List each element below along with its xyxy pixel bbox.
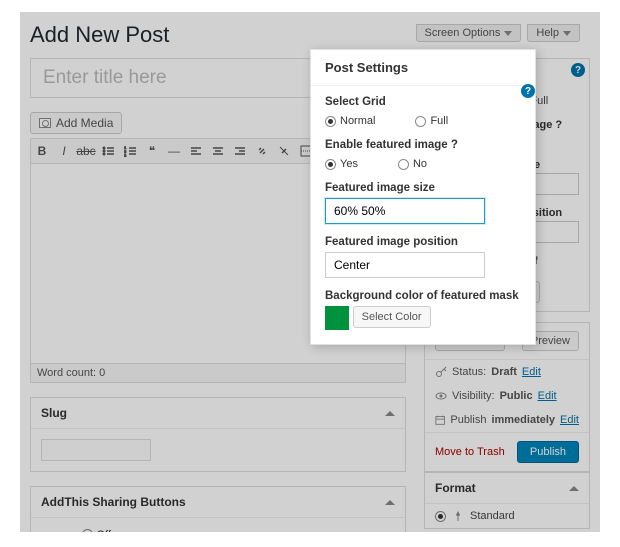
featured-position-input[interactable] <box>325 252 485 278</box>
collapse-icon[interactable] <box>385 411 395 416</box>
select-color-button[interactable]: Select Color <box>353 306 431 328</box>
visibility-row: Visibility: Public Edit <box>425 384 589 408</box>
mask-label: Background color of featured mask <box>325 290 521 302</box>
publish-button[interactable]: Publish <box>517 441 579 463</box>
link-button[interactable] <box>251 139 273 163</box>
add-media-button[interactable]: Add Media <box>30 112 122 134</box>
align-center-button[interactable] <box>207 139 229 163</box>
grid-full-radio[interactable]: Full <box>415 115 448 127</box>
feat-yes-radio[interactable]: Yes <box>325 158 358 170</box>
post-settings-popover: Post Settings ? Select Grid Normal Full … <box>310 49 536 345</box>
move-to-trash-link[interactable]: Move to Trash <box>435 446 505 458</box>
hr-button[interactable]: — <box>163 139 185 163</box>
edit-visibility-link[interactable]: Edit <box>538 390 557 402</box>
word-count: Word count: 0 <box>30 364 406 383</box>
status-row: Status: Draft Edit <box>425 360 589 384</box>
svg-text:3: 3 <box>124 153 127 157</box>
collapse-icon[interactable] <box>569 486 579 491</box>
italic-button[interactable]: I <box>53 139 75 163</box>
align-left-button[interactable] <box>185 139 207 163</box>
camera-icon <box>39 118 51 128</box>
addthis-title: AddThis Sharing Buttons <box>41 495 186 509</box>
chevron-down-icon <box>563 31 571 36</box>
pin-icon <box>452 510 464 522</box>
ol-button[interactable]: 123 <box>119 139 141 163</box>
unlink-button[interactable] <box>273 139 295 163</box>
size-label: Featured image size <box>325 182 521 194</box>
slug-metabox: Slug <box>30 397 406 472</box>
pos-label: Featured image position <box>325 236 521 248</box>
format-standard-radio[interactable] <box>435 511 446 522</box>
format-metabox: Format Standard <box>424 472 590 529</box>
help-icon[interactable]: ? <box>521 84 535 98</box>
popover-title: Post Settings <box>325 60 408 75</box>
help-button[interactable]: Help <box>527 24 580 42</box>
eye-icon <box>435 390 447 402</box>
bold-button[interactable]: B <box>31 139 53 163</box>
calendar-icon <box>435 414 445 426</box>
grid-label: Select Grid <box>325 96 521 108</box>
help-icon[interactable]: ? <box>571 63 585 77</box>
slug-input[interactable] <box>41 439 151 461</box>
ul-button[interactable] <box>97 139 119 163</box>
add-media-label: Add Media <box>56 116 113 130</box>
collapse-icon[interactable] <box>385 500 395 505</box>
addthis-on-radio[interactable]: On <box>41 532 71 533</box>
strike-button[interactable]: abc <box>75 139 97 163</box>
addthis-off-radio[interactable]: Off <box>82 529 111 533</box>
key-icon <box>435 366 447 378</box>
quote-button[interactable]: ❝ <box>141 139 163 163</box>
title-placeholder: Enter title here <box>43 67 167 88</box>
edit-status-link[interactable]: Edit <box>522 366 541 378</box>
slug-title: Slug <box>41 406 67 420</box>
mask-color-swatch[interactable] <box>325 306 349 330</box>
chevron-down-icon <box>504 31 512 36</box>
format-title: Format <box>435 481 476 495</box>
edit-schedule-link[interactable]: Edit <box>560 414 579 426</box>
help-label: Help <box>536 27 559 39</box>
feat-label: Enable featured image ? <box>325 139 521 151</box>
schedule-row: Publish immediately Edit <box>425 408 589 432</box>
format-standard-label: Standard <box>470 510 515 522</box>
feat-no-radio[interactable]: No <box>398 158 427 170</box>
screen-options-button[interactable]: Screen Options <box>416 24 522 42</box>
grid-normal-radio[interactable]: Normal <box>325 115 375 127</box>
align-right-button[interactable] <box>229 139 251 163</box>
addthis-metabox: AddThis Sharing Buttons On Off <box>30 486 406 532</box>
screen-options-label: Screen Options <box>425 27 501 39</box>
featured-size-input[interactable] <box>325 198 485 224</box>
